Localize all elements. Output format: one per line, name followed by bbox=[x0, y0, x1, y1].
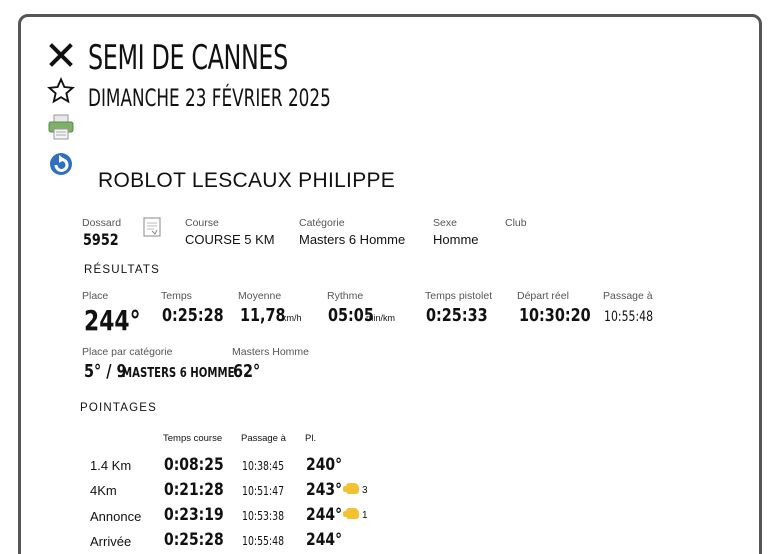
split-row-passage: 10:55:48 bbox=[242, 534, 285, 548]
favorite-button[interactable] bbox=[44, 75, 78, 107]
masters-value: 62° bbox=[233, 361, 261, 382]
split-row-gain: 3 bbox=[342, 480, 368, 498]
bib-document-button[interactable] bbox=[143, 217, 161, 237]
runner-name: ROBLOT LESCAUX PHILIPPE bbox=[98, 169, 396, 192]
split-row-label: Annonce bbox=[90, 509, 142, 524]
split-row-place: 244° bbox=[306, 530, 343, 550]
pace-group: 05:05min/km bbox=[328, 305, 395, 326]
splits-col-place: Pl. bbox=[305, 433, 317, 444]
split-row-gain-value: 3 bbox=[362, 485, 368, 496]
gun-time-value: 0:25:33 bbox=[426, 305, 488, 326]
split-row-passage: 10:38:45 bbox=[242, 459, 285, 473]
average-group: 11,78km/h bbox=[240, 305, 302, 326]
splits-col-passage: Passage à bbox=[241, 433, 286, 444]
split-row-label: 4Km bbox=[90, 483, 117, 498]
course-label: Course bbox=[185, 217, 219, 229]
event-date: DIMANCHE 23 FÉVRIER 2025 bbox=[88, 84, 331, 112]
course-value: COURSE 5 KM bbox=[185, 232, 275, 247]
pace-value: 05:05 bbox=[328, 305, 374, 326]
close-icon bbox=[49, 43, 73, 67]
refresh-button[interactable] bbox=[44, 147, 78, 179]
real-start-value: 10:30:20 bbox=[519, 305, 591, 326]
category-label: Catégorie bbox=[299, 217, 345, 229]
split-row-gain-value: 1 bbox=[362, 510, 368, 521]
place-value: 244° bbox=[84, 304, 141, 337]
category-place-value: 5° / 9 bbox=[84, 361, 127, 382]
split-row-place: 240° bbox=[306, 455, 343, 475]
split-row-time: 0:25:28 bbox=[164, 530, 224, 550]
average-value: 11,78 bbox=[240, 305, 286, 326]
results-heading: RÉSULTATS bbox=[84, 264, 160, 276]
hand-icon bbox=[343, 508, 359, 520]
pace-label: Rythme bbox=[327, 290, 364, 302]
time-value: 0:25:28 bbox=[162, 305, 224, 326]
star-icon bbox=[47, 77, 75, 104]
printer-icon bbox=[48, 114, 74, 140]
refresh-icon bbox=[50, 153, 72, 175]
passage-value: 10:55:48 bbox=[604, 309, 654, 325]
average-label: Moyenne bbox=[238, 290, 282, 302]
real-start-label: Départ réel bbox=[517, 290, 569, 302]
split-row-place: 244° bbox=[306, 505, 343, 525]
splits-col-time: Temps course bbox=[163, 433, 223, 444]
split-row-passage: 10:53:38 bbox=[242, 509, 285, 523]
bib-label: Dossard bbox=[82, 217, 122, 229]
category-value: Masters 6 Homme bbox=[299, 232, 406, 247]
gun-time-label: Temps pistolet bbox=[425, 290, 493, 302]
split-row-time: 0:08:25 bbox=[164, 455, 224, 475]
passage-label: Passage à bbox=[603, 290, 653, 302]
bib-value: 5952 bbox=[83, 230, 119, 249]
sex-label: Sexe bbox=[433, 217, 457, 229]
club-label: Club bbox=[505, 217, 527, 229]
split-row-label: 1.4 Km bbox=[90, 458, 132, 473]
split-row-time: 0:21:28 bbox=[164, 480, 224, 500]
split-row-passage: 10:51:47 bbox=[242, 484, 285, 498]
place-label: Place bbox=[82, 290, 109, 302]
splits-heading: POINTAGES bbox=[80, 402, 158, 414]
split-row-place: 243° bbox=[306, 480, 343, 500]
close-button[interactable] bbox=[44, 39, 78, 71]
split-row-gain: 1 bbox=[342, 505, 368, 523]
split-row-label: Arrivée bbox=[90, 534, 132, 549]
event-title: SEMI DE CANNES bbox=[88, 38, 288, 78]
masters-label: Masters Homme bbox=[232, 346, 310, 358]
split-row-time: 0:23:19 bbox=[164, 505, 224, 525]
time-label: Temps bbox=[161, 290, 192, 302]
hand-icon bbox=[343, 483, 359, 495]
sex-value: Homme bbox=[433, 232, 479, 247]
document-icon bbox=[143, 217, 161, 237]
print-button[interactable] bbox=[44, 111, 78, 143]
category-place-category: MASTERS 6 HOMME bbox=[122, 366, 235, 381]
category-place-label: Place par catégorie bbox=[82, 346, 173, 358]
